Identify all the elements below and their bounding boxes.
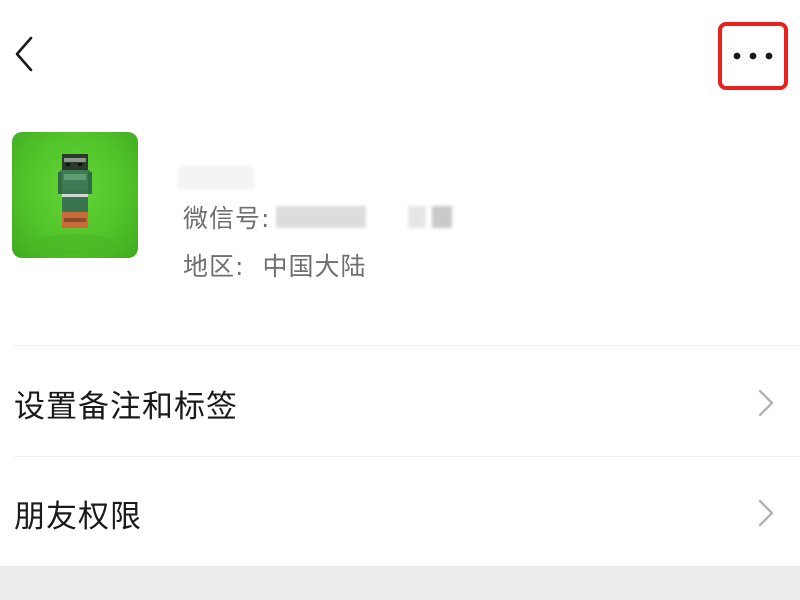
chevron-right-icon (758, 499, 774, 527)
avatar[interactable] (12, 132, 138, 258)
chevron-left-icon (15, 36, 33, 72)
more-horizontal-icon (733, 52, 773, 60)
avatar-character-image (35, 154, 115, 254)
set-remark-and-tags-item[interactable]: 设置备注和标签 (0, 348, 800, 458)
wechat-id-label: 微信号: (183, 204, 271, 233)
divider (14, 456, 800, 457)
wechat-id-row: 微信号: (183, 200, 453, 234)
region-label: 地区: (183, 252, 245, 281)
region-value: 中国大陆 (262, 252, 367, 281)
set-remark-and-tags-label: 设置备注和标签 (14, 388, 238, 425)
section-gap (0, 566, 800, 600)
wechat-id-value-redacted (276, 206, 453, 228)
contact-profile-screen: 微信号: 地区: 中国大陆 设置备注和标签 朋友权限 (0, 0, 800, 600)
chevron-right-icon (758, 389, 774, 417)
region-row: 地区: 中国大陆 (183, 248, 366, 282)
more-options-button[interactable] (718, 22, 788, 90)
back-button[interactable] (4, 30, 44, 78)
friend-permissions-item[interactable]: 朋友权限 (0, 458, 800, 568)
divider (14, 345, 800, 346)
friend-permissions-label: 朋友权限 (14, 498, 142, 535)
nickname-redacted (178, 166, 254, 190)
profile-section: 微信号: 地区: 中国大陆 (0, 110, 800, 345)
